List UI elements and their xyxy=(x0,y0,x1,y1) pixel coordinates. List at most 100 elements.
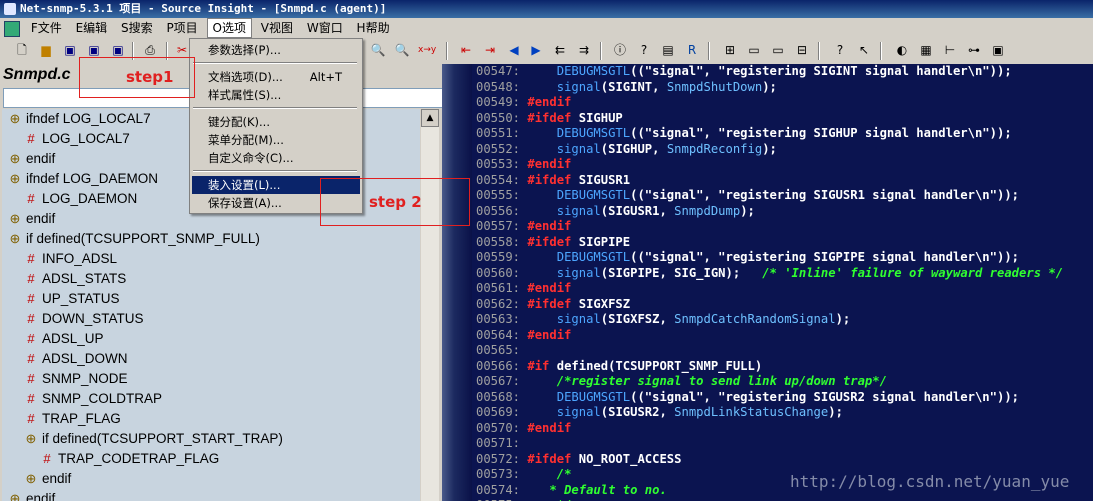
line-number: 00566: xyxy=(476,358,528,373)
step2-label: step 2 xyxy=(369,193,422,211)
menu-item-custom-commands[interactable]: 自定义命令(C)... xyxy=(192,149,360,167)
symbol-tree-item[interactable]: # TRAP_FLAG xyxy=(24,409,120,429)
symbol-tree-item[interactable]: # SNMP_NODE xyxy=(24,369,127,389)
document-icon[interactable] xyxy=(4,21,20,37)
code-line: 00561: #endif xyxy=(476,281,571,297)
find-files-icon[interactable]: 🔍 xyxy=(394,42,410,58)
window-splitter[interactable] xyxy=(442,64,472,501)
symbol-tree-item[interactable]: ⊕ endif xyxy=(8,209,56,229)
code-token: #ifdef xyxy=(527,172,572,187)
symbol-tree-item[interactable]: # ADSL_DOWN xyxy=(24,349,127,369)
app-icon xyxy=(4,3,16,15)
symbol-window-icon[interactable]: ⊢ xyxy=(942,42,958,58)
whats-this-icon[interactable]: ↖ xyxy=(856,42,872,58)
symbol-tree-item[interactable]: ⊕ endif xyxy=(24,469,72,489)
symbol-tree-item[interactable]: ⊕ endif xyxy=(8,489,56,501)
bookmark-next-icon[interactable]: ⇥ xyxy=(482,42,498,58)
symbol-tree-item[interactable]: ⊕ if defined(TCSUPPORT_SNMP_FULL) xyxy=(8,229,260,249)
find-icon[interactable]: 🔍 xyxy=(370,42,386,58)
project-window-icon[interactable]: ▦ xyxy=(918,42,934,58)
symbol-tree-item[interactable]: ⊕ endif xyxy=(8,149,56,169)
menu-item-preferences[interactable]: 参数选择(P)... xyxy=(192,41,360,59)
back-arrow-icon[interactable]: ◀ xyxy=(506,42,522,58)
symbol-label: SNMP_COLDTRAP xyxy=(42,391,163,406)
split-window-icon[interactable]: ⊟ xyxy=(794,42,810,58)
replace-icon[interactable]: x→y xyxy=(418,42,436,58)
bookmark-prev-icon[interactable]: ⇤ xyxy=(458,42,474,58)
symbol-tree-item[interactable]: # UP_STATUS xyxy=(24,289,119,309)
symbol-tree-item[interactable]: ⊕ ifndef LOG_LOCAL7 xyxy=(8,109,151,129)
toolbar-separator xyxy=(818,42,820,60)
menu-help[interactable]: H帮助 xyxy=(352,18,395,38)
smart-rename-icon[interactable]: ◐ xyxy=(894,42,910,58)
code-line: 00547: DEBUGMSGTL(("signal", "registerin… xyxy=(476,64,1012,80)
jump-forward-icon[interactable]: ⇉ xyxy=(576,42,592,58)
symbol-tree-item[interactable]: # TRAP_CODETRAP_FLAG xyxy=(40,449,219,469)
symbol-label: ADSL_UP xyxy=(42,331,104,346)
cut-icon[interactable]: ✂ xyxy=(174,42,190,58)
vertical-scrollbar[interactable]: ▲ xyxy=(421,109,439,501)
menu-edit[interactable]: E编辑 xyxy=(71,18,113,38)
forward-arrow-icon[interactable]: ▶ xyxy=(528,42,544,58)
code-line: 00571: xyxy=(476,436,527,452)
save-icon[interactable]: ▣ xyxy=(62,42,78,58)
symbol-label: LOG_DAEMON xyxy=(42,191,138,206)
context-window-icon[interactable]: ▣ xyxy=(990,42,1006,58)
menu-search[interactable]: S搜索 xyxy=(116,18,158,38)
define-icon: # xyxy=(27,411,35,426)
symbol-label: LOG_LOCAL7 xyxy=(42,131,130,146)
save-as-icon[interactable]: ▣ xyxy=(86,42,102,58)
symbol-info-icon[interactable]: ⓘ xyxy=(612,42,628,58)
line-number: 00554: xyxy=(476,172,528,187)
symbol-tree-item[interactable]: # LOG_DAEMON xyxy=(24,189,137,209)
code-editor[interactable]: 00547: DEBUGMSGTL(("signal", "registerin… xyxy=(472,64,1093,501)
relation-icon[interactable]: R xyxy=(684,42,700,58)
symbol-tree-item[interactable]: # DOWN_STATUS xyxy=(24,309,143,329)
menu-item-key-assignments[interactable]: 键分配(K)... xyxy=(192,113,360,131)
line-number: 00551: xyxy=(476,126,528,140)
code-line: 00548: signal(SIGINT, SnmpdShutDown); xyxy=(476,80,777,96)
menu-file[interactable]: F文件 xyxy=(26,18,67,38)
line-number: 00570: xyxy=(476,420,528,435)
symbol-tree-item[interactable]: # ADSL_STATS xyxy=(24,269,126,289)
symbol-tree-item[interactable]: # ADSL_UP xyxy=(24,329,104,349)
symbol-tree-item[interactable]: ⊕ if defined(TCSUPPORT_START_TRAP) xyxy=(24,429,283,449)
print-icon[interactable]: ⎙ xyxy=(142,42,158,58)
jump-back-icon[interactable]: ⇇ xyxy=(552,42,568,58)
save-all-icon[interactable]: ▣ xyxy=(110,42,126,58)
code-line: 00574: * Default to no. xyxy=(476,483,667,499)
code-token: ); xyxy=(835,312,851,326)
window-icon[interactable]: ▭ xyxy=(746,42,762,58)
open-folder-icon[interactable]: ▆ xyxy=(38,42,54,58)
menu-item-style-properties[interactable]: 样式属性(S)... xyxy=(192,86,360,104)
lookup-references-icon[interactable]: ? xyxy=(636,42,652,58)
code-token: * Default to no. xyxy=(549,482,667,497)
context-help-icon[interactable]: ? xyxy=(832,42,848,58)
code-token: signal xyxy=(556,141,601,156)
book-icon[interactable]: ▤ xyxy=(660,42,676,58)
new-file-icon[interactable]: 🗋 xyxy=(14,42,30,58)
cascade-window-icon[interactable]: ▭ xyxy=(770,42,786,58)
menu-project[interactable]: P项目 xyxy=(161,18,202,38)
code-token: defined(TCSUPPORT_SNMP_FULL) xyxy=(549,358,763,373)
code-token: ); xyxy=(740,203,755,218)
code-token: (SIGUSR2, xyxy=(600,405,675,419)
menu-item-document-options[interactable]: 文档选项(D)... Alt+T xyxy=(192,68,360,86)
symbol-tree-item[interactable]: ⊕ ifndef LOG_DAEMON xyxy=(8,169,159,189)
menu-window[interactable]: W窗口 xyxy=(302,18,348,38)
tile-window-icon[interactable]: ⊞ xyxy=(722,42,738,58)
symbol-tree-item[interactable]: # SNMP_COLDTRAP xyxy=(24,389,162,409)
relation-window-icon[interactable]: ⊶ xyxy=(966,42,982,58)
menu-options[interactable]: O选项 xyxy=(206,18,252,38)
code-token: SIGXFSZ xyxy=(571,296,631,311)
code-token: (("signal", "registering SIGUSR2 signal … xyxy=(630,389,1019,404)
menu-view[interactable]: V视图 xyxy=(256,18,298,38)
toolbar-separator xyxy=(600,42,602,60)
code-line: 00554: #ifdef SIGUSR1 xyxy=(476,173,630,189)
symbol-tree-item[interactable]: # INFO_ADSL xyxy=(24,249,117,269)
symbol-tree-item[interactable]: # LOG_LOCAL7 xyxy=(24,129,130,149)
scroll-up-icon[interactable]: ▲ xyxy=(421,109,439,127)
menu-item-menu-assignments[interactable]: 菜单分配(M)... xyxy=(192,131,360,149)
